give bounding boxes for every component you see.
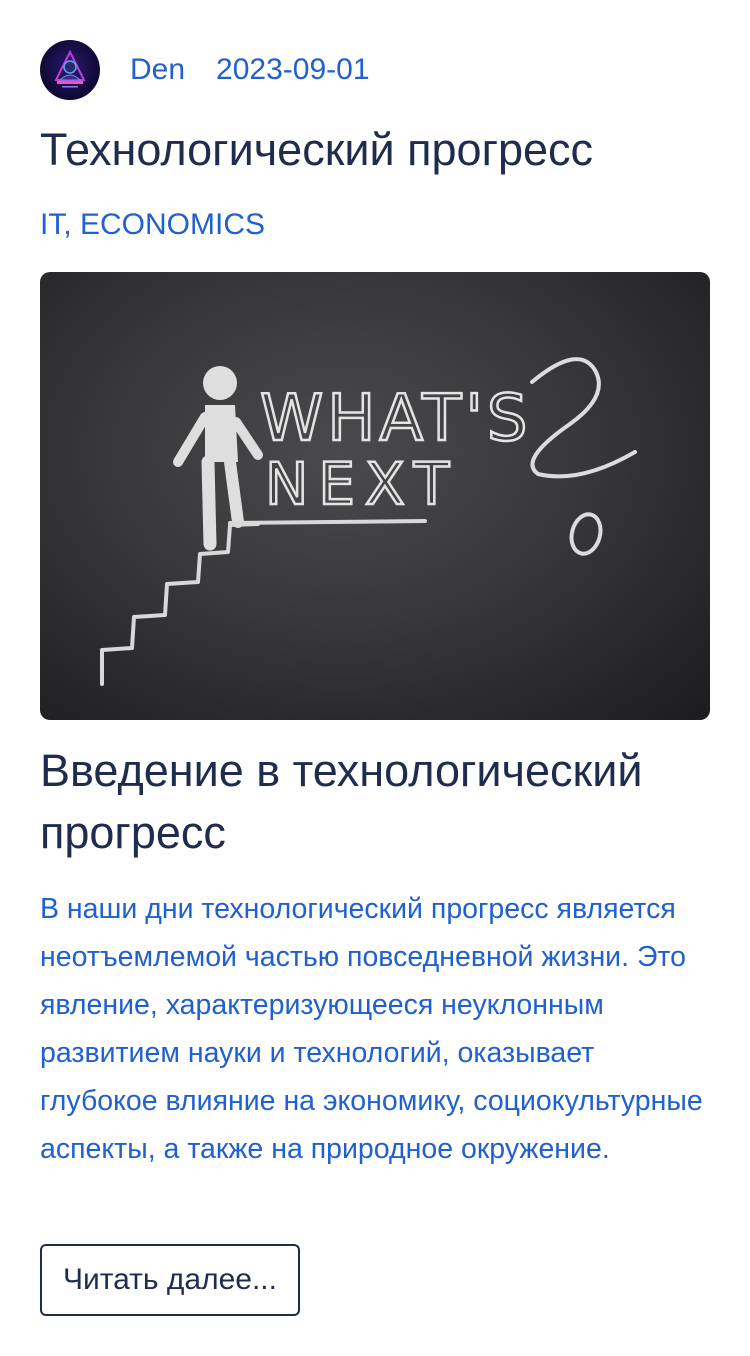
chalk-underline	[228, 519, 427, 525]
post-hero-image: WHAT'S NEXT	[40, 272, 710, 720]
chalk-text-line2: NEXT	[265, 450, 459, 518]
post-excerpt: В наши дни технологический прогресс явля…	[40, 893, 703, 1165]
post-card: Den 2023-09-01 Технологический прогресс …	[0, 0, 750, 1356]
post-date: 2023-09-01	[216, 53, 370, 86]
author-avatar[interactable]	[40, 40, 100, 100]
post-subtitle: Введение в технологический прогресс	[40, 745, 643, 858]
chalk-stick-figure	[173, 366, 263, 551]
author-link[interactable]: Den	[130, 40, 185, 100]
post-tags[interactable]: IT, ECONOMICS	[40, 205, 265, 245]
read-more-button[interactable]: Читать далее...	[40, 1244, 300, 1316]
chalk-question-dot	[569, 512, 603, 556]
post-meta: Den 2023-09-01	[40, 40, 370, 100]
hooded-figure-logo-icon	[54, 49, 86, 88]
post-title[interactable]: Технологический прогресс	[40, 122, 593, 178]
chalk-text-line1: WHAT'S	[260, 382, 532, 456]
chalk-question-mark	[530, 357, 637, 479]
chalk-stairs	[100, 522, 260, 686]
